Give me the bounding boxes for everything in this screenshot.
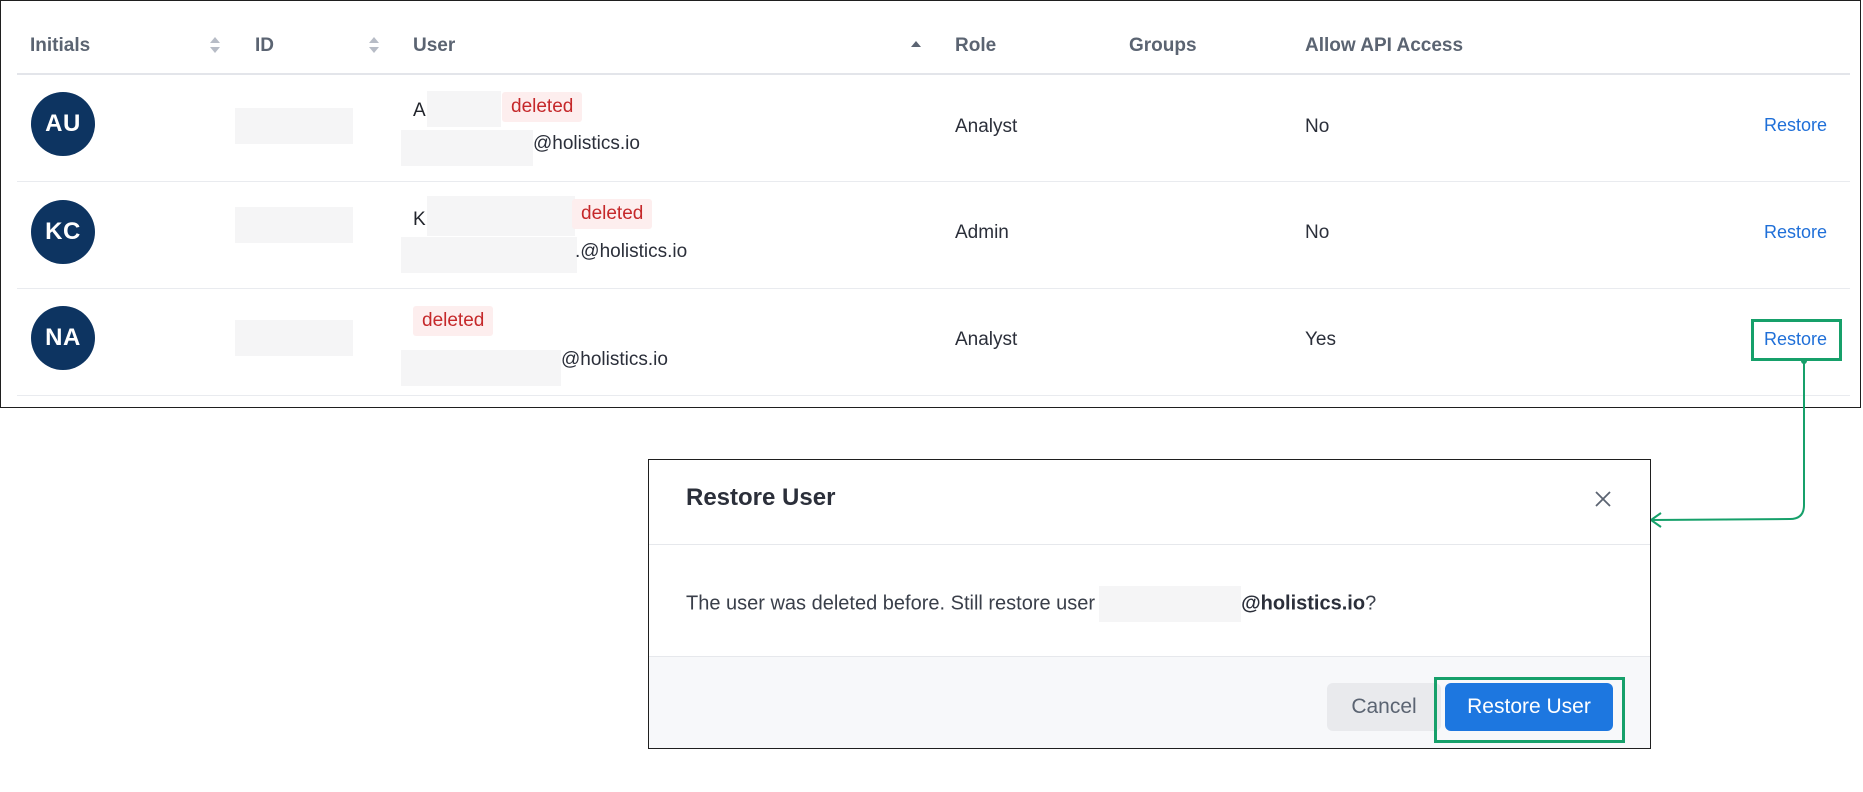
dialog-header: Restore User: [649, 460, 1650, 545]
deleted-badge: deleted: [502, 92, 583, 122]
table-header: Initials ID User Role Groups Allow API A…: [17, 29, 1850, 75]
redacted-email: [401, 237, 577, 273]
user-email: .@holistics.io: [575, 241, 688, 262]
close-icon[interactable]: [1594, 490, 1612, 508]
restore-link-highlight: [1751, 319, 1842, 361]
column-header-groups[interactable]: Groups: [1129, 35, 1197, 57]
api-access-cell: Yes: [1305, 329, 1336, 350]
deleted-badge: deleted: [413, 306, 494, 336]
deleted-users-table: Initials ID User Role Groups Allow API A…: [0, 0, 1861, 408]
column-header-id[interactable]: ID: [255, 35, 274, 57]
table-row: AU A deleted @holistics.io Analyst No Re…: [17, 74, 1850, 182]
sort-ascending-icon[interactable]: [910, 39, 922, 49]
redacted-email: [1099, 586, 1242, 622]
avatar: NA: [31, 306, 95, 370]
user-email: @holistics.io: [561, 349, 668, 370]
redacted-id: [235, 207, 353, 243]
role-cell: Analyst: [955, 116, 1018, 137]
api-access-cell: No: [1305, 116, 1330, 137]
column-header-initials[interactable]: Initials: [30, 35, 90, 57]
redacted-name: [427, 196, 575, 236]
dialog-message-text: The user was deleted before. Still resto…: [686, 592, 1096, 615]
sort-icon[interactable]: [209, 35, 221, 55]
dialog-message-suffix: ?: [1365, 592, 1377, 615]
table-row: KC K deleted .@holistics.io Admin No Res…: [17, 181, 1850, 289]
redacted-id: [235, 320, 353, 356]
column-header-role[interactable]: Role: [955, 35, 996, 57]
table-row: NA deleted @holistics.io Analyst Yes Res…: [17, 288, 1850, 396]
redacted-id: [235, 108, 353, 144]
role-cell: Analyst: [955, 329, 1018, 350]
avatar: AU: [31, 92, 95, 156]
redacted-email: [401, 350, 561, 386]
user-name: A: [413, 100, 426, 121]
dialog-message: The user was deleted before. Still resto…: [686, 586, 1376, 622]
restore-user-button-highlight: [1434, 677, 1625, 743]
dialog-title: Restore User: [686, 484, 836, 511]
user-email: @holistics.io: [533, 133, 640, 154]
cancel-button[interactable]: Cancel: [1327, 683, 1441, 731]
sort-icon[interactable]: [368, 35, 380, 55]
deleted-badge: deleted: [572, 199, 653, 229]
restore-link[interactable]: Restore: [1764, 222, 1827, 243]
column-header-api-access[interactable]: Allow API Access: [1305, 35, 1463, 57]
column-header-user[interactable]: User: [413, 35, 455, 57]
redacted-email: [401, 130, 533, 166]
avatar: KC: [31, 200, 95, 264]
dialog-email-domain: @holistics.io: [1241, 592, 1366, 615]
restore-link[interactable]: Restore: [1764, 115, 1827, 136]
api-access-cell: No: [1305, 222, 1330, 243]
redacted-name: [427, 91, 501, 127]
user-name: K: [413, 209, 426, 230]
role-cell: Admin: [955, 222, 1009, 243]
